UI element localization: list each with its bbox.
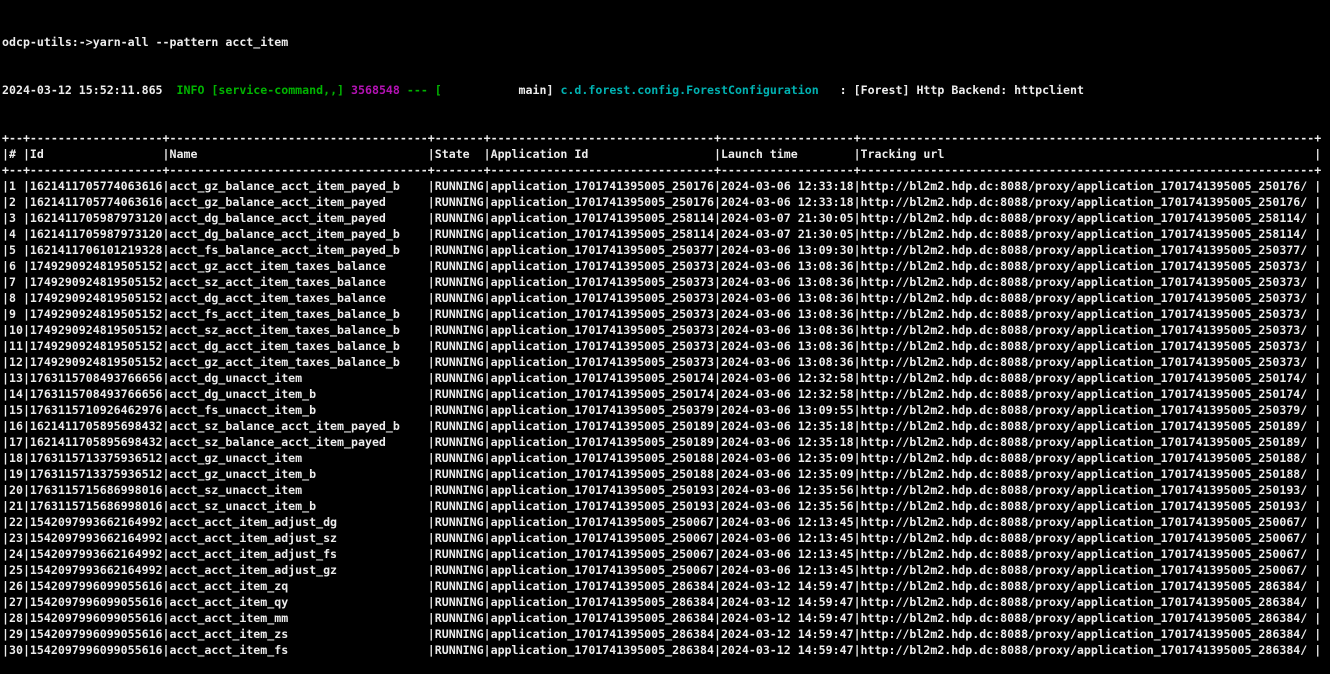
log-message: : [Forest] Http Backend: httpclient [819, 83, 1084, 97]
table-row: |7 |1749290924819505152|acct_sz_acct_ite… [2, 274, 1330, 290]
shell-command-line: odcp-utils:->yarn-all --pattern acct_ite… [2, 34, 1330, 50]
table-row: |25|1542097993662164992|acct_acct_item_a… [2, 562, 1330, 578]
table-row: |11|1749290924819505152|acct_dg_acct_ite… [2, 338, 1330, 354]
table-row: |28|1542097996099055616|acct_acct_item_m… [2, 610, 1330, 626]
table-row: |21|1763115715686998016|acct_sz_unacct_i… [2, 498, 1330, 514]
table-row: |4 |1621411705987973120|acct_dg_balance_… [2, 226, 1330, 242]
table-row: |22|1542097993662164992|acct_acct_item_a… [2, 514, 1330, 530]
table-row: |13|1763115708493766656|acct_dg_unacct_i… [2, 370, 1330, 386]
table-separator: +--+-------------------+----------------… [2, 162, 1330, 178]
table-row: |29|1542097996099055616|acct_acct_item_z… [2, 626, 1330, 642]
table-separator: +--+-------------------+----------------… [2, 130, 1330, 146]
table-row: |20|1763115715686998016|acct_sz_unacct_i… [2, 482, 1330, 498]
table-row: |16|1621411705895698432|acct_sz_balance_… [2, 418, 1330, 434]
table-row: |14|1763115708493766656|acct_dg_unacct_i… [2, 386, 1330, 402]
log-timestamp: 2024-03-12 15:52:11.865 [2, 83, 177, 97]
yarn-apps-table: +--+-------------------+----------------… [2, 130, 1330, 658]
terminal-output: odcp-utils:->yarn-all --pattern acct_ite… [0, 0, 1330, 674]
table-row: |26|1542097996099055616|acct_acct_item_z… [2, 578, 1330, 594]
table-row: |19|1763115713375936512|acct_gz_unacct_i… [2, 466, 1330, 482]
log-thread: main] [442, 83, 561, 97]
table-row: |6 |1749290924819505152|acct_gz_acct_ite… [2, 258, 1330, 274]
table-row: |15|1763115710926462976|acct_fs_unacct_i… [2, 402, 1330, 418]
log-dashes: --- [ [400, 83, 442, 97]
table-row: |9 |1749290924819505152|acct_fs_acct_ite… [2, 306, 1330, 322]
table-row: |18|1763115713375936512|acct_gz_unacct_i… [2, 450, 1330, 466]
table-row: |17|1621411705895698432|acct_sz_balance_… [2, 434, 1330, 450]
table-row: |2 |1621411705774063616|acct_gz_balance_… [2, 194, 1330, 210]
log-logger: c.d.forest.config.ForestConfiguration [560, 83, 818, 97]
log-pid: 3568548 [344, 83, 400, 97]
table-row: |8 |1749290924819505152|acct_dg_acct_ite… [2, 290, 1330, 306]
table-row: |27|1542097996099055616|acct_acct_item_q… [2, 594, 1330, 610]
table-row: |1 |1621411705774063616|acct_gz_balance_… [2, 178, 1330, 194]
log-level-and-app: INFO [service-command,,] [177, 83, 345, 97]
log-line: 2024-03-12 15:52:11.865 INFO [service-co… [2, 82, 1330, 98]
shell-prompt: odcp-utils:-> [2, 35, 93, 49]
table-row: |3 |1621411705987973120|acct_dg_balance_… [2, 210, 1330, 226]
table-row: |12|1749290924819505152|acct_gz_acct_ite… [2, 354, 1330, 370]
shell-command: yarn-all --pattern acct_item [93, 35, 288, 49]
table-row: |30|1542097996099055616|acct_acct_item_f… [2, 642, 1330, 658]
table-row: |23|1542097993662164992|acct_acct_item_a… [2, 530, 1330, 546]
table-row: |24|1542097993662164992|acct_acct_item_a… [2, 546, 1330, 562]
table-row: |5 |1621411706101219328|acct_fs_balance_… [2, 242, 1330, 258]
table-header-row: |# |Id |Name |State |Application Id |Lau… [2, 146, 1330, 162]
table-row: |10|1749290924819505152|acct_sz_acct_ite… [2, 322, 1330, 338]
